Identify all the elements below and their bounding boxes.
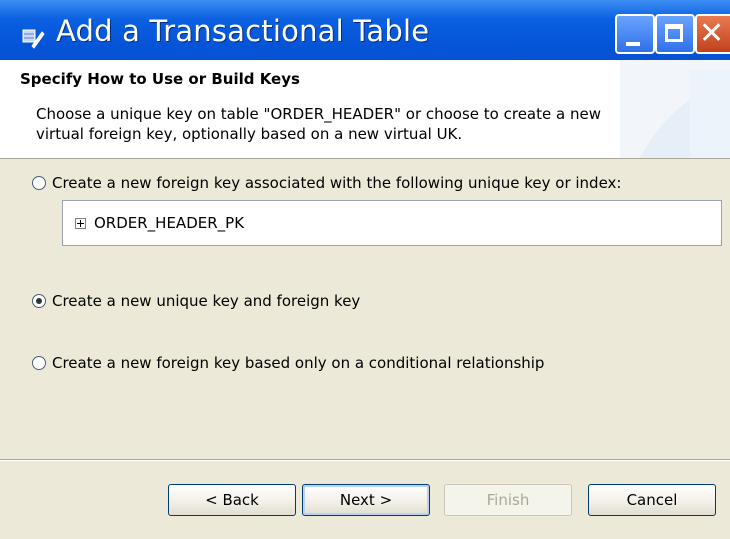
option-conditional-label: Create a new foreign key based only on a… bbox=[52, 354, 545, 372]
option-existing-key[interactable]: Create a new foreign key associated with… bbox=[32, 174, 621, 192]
close-icon: ✕ bbox=[699, 16, 725, 51]
finish-button[interactable]: Finish bbox=[444, 484, 572, 516]
minimize-icon bbox=[626, 42, 640, 46]
window-title: Add a Transactional Table bbox=[56, 14, 430, 48]
wizard-header: Specify How to Use or Build Keys Choose … bbox=[0, 60, 730, 159]
minimize-button[interactable] bbox=[615, 14, 655, 54]
list-item[interactable]: ORDER_HEADER_PK bbox=[75, 214, 244, 232]
cancel-button[interactable]: Cancel bbox=[588, 484, 716, 516]
wizard-icon bbox=[22, 29, 45, 49]
option-new-unique[interactable]: Create a new unique key and foreign key bbox=[32, 292, 360, 310]
wizard-content: Create a new foreign key associated with… bbox=[0, 159, 730, 459]
list-item-label: ORDER_HEADER_PK bbox=[94, 214, 245, 232]
page-title: Specify How to Use or Build Keys bbox=[20, 70, 300, 88]
maximize-icon bbox=[665, 24, 683, 42]
footer-divider-highlight bbox=[0, 460, 730, 461]
option-existing-key-label: Create a new foreign key associated with… bbox=[52, 174, 622, 192]
back-button[interactable]: < Back bbox=[168, 484, 296, 516]
radio-new-unique[interactable] bbox=[32, 294, 46, 308]
dialog-window: Add a Transactional Table ✕ Specify How … bbox=[0, 0, 730, 539]
expand-icon[interactable] bbox=[75, 217, 86, 229]
radio-conditional[interactable] bbox=[32, 356, 46, 370]
radio-existing-key[interactable] bbox=[32, 176, 46, 190]
unique-key-list[interactable]: ORDER_HEADER_PK bbox=[62, 200, 722, 246]
option-new-unique-label: Create a new unique key and foreign key bbox=[52, 292, 361, 310]
maximize-button[interactable] bbox=[655, 14, 695, 54]
close-button[interactable]: ✕ bbox=[695, 14, 730, 54]
next-button[interactable]: Next > bbox=[302, 484, 430, 516]
page-description: Choose a unique key on table "ORDER_HEAD… bbox=[36, 105, 601, 143]
option-conditional[interactable]: Create a new foreign key based only on a… bbox=[32, 354, 544, 372]
